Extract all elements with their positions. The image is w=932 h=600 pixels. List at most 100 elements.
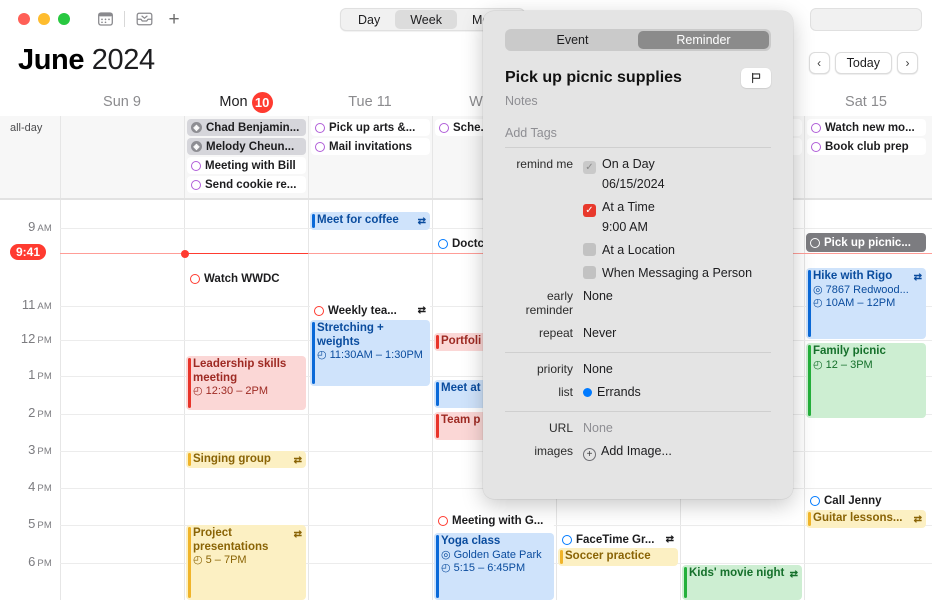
day-header-mon[interactable]: Mon 10 [184,88,308,116]
all-day-reminder-chip[interactable]: Watch new mo... [807,119,926,136]
add-image-button[interactable]: +Add Image... [583,444,771,461]
all-day-item-label: Meeting with Bill [205,160,296,172]
day-header-sat[interactable]: Sat 15 [804,88,928,116]
on-a-day-row[interactable]: ✓On a Day [583,157,771,174]
hour-meridiem: PM [37,483,52,494]
all-day-invite-chip[interactable]: ◈Chad Benjamin... [187,119,306,136]
event-title: Leadership skills meeting [193,358,302,385]
popover-title-row: Pick up picnic supplies [505,68,771,88]
add-event-icon[interactable]: + [159,7,189,31]
calendar-event[interactable]: Guitar lessons...⇄ [806,510,926,528]
at-a-time-checkbox[interactable]: ✓ [583,204,596,217]
all-day-reminder-chip[interactable]: Pick up arts &... [311,119,430,136]
list-value: Errands [597,385,641,399]
day-header-sun[interactable]: Sun 9 [60,88,184,116]
all-day-column-tue[interactable]: Pick up arts &... Mail invitations [308,116,432,198]
tab-week[interactable]: Week [395,10,457,29]
day-number: 11 [377,94,392,110]
reminder-circle-icon [438,516,448,526]
early-reminder-value[interactable]: None [583,289,771,317]
list-value-wrap[interactable]: Errands [583,385,771,399]
when-messaging-toggle[interactable]: When Messaging a Person [583,266,771,280]
hour-label: 11AM [22,297,52,312]
day-header-tue[interactable]: Tue 11 [308,88,432,116]
tab-day[interactable]: Day [343,10,395,29]
priority-value[interactable]: None [583,362,771,376]
at-a-location-checkbox[interactable] [583,243,596,256]
previous-week-button[interactable]: ‹ [809,52,830,74]
calendar-icon[interactable] [90,7,120,31]
event-color-bar [560,550,563,564]
close-button[interactable] [18,13,30,25]
all-day-reminder-chip[interactable]: Mail invitations [311,138,430,155]
notes-field[interactable]: Notes [505,94,771,108]
event-color-bar [436,414,439,438]
at-a-time-toggle[interactable]: ✓At a Time [583,200,771,217]
all-day-column-sun[interactable] [60,116,184,198]
grid-column-sun[interactable] [60,200,184,600]
calendar-event[interactable]: Leadership skills meeting◴12:30 – 2PM [186,356,306,410]
all-day-column-sat[interactable]: Watch new mo... Book club prep [804,116,928,198]
add-image-label: Add Image... [601,444,672,458]
today-button[interactable]: Today [835,52,892,74]
when-messaging-checkbox[interactable] [583,266,596,279]
calendar-event[interactable]: Meet for coffee⇄ [310,212,430,230]
all-day-reminder-chip[interactable]: Send cookie re... [187,176,306,193]
reminder-chip-selected[interactable]: Pick up picnic... [806,233,926,252]
event-color-bar [808,512,811,526]
calendar-event[interactable]: Family picnic◴12 – 3PM [806,343,926,418]
calendar-event[interactable]: Stretching + weights◴11:30AM – 1:30PM [310,320,430,386]
popover-tab-event[interactable]: Event [507,31,638,49]
reminder-chip[interactable]: Meeting with G... [434,512,554,529]
calendar-event[interactable]: Yoga class◎Golden Gate Park◴5:15 – 6:45P… [434,533,554,600]
on-a-day-checkbox[interactable]: ✓ [583,161,596,174]
zoom-button[interactable] [58,13,70,25]
repeat-icon: ⇄ [914,513,922,527]
event-time-row: ◴12:30 – 2PM [193,385,302,399]
calendar-event[interactable]: Soccer practice [558,548,678,566]
popover-tab-reminder[interactable]: Reminder [638,31,769,49]
calendar-event[interactable]: Hike with Rigo◎7867 Redwood...◴10AM – 12… [806,268,926,339]
year-label: 2024 [92,44,155,76]
inbox-icon[interactable] [129,7,159,31]
reminder-label: Meeting with G... [452,515,543,527]
reminder-chip[interactable]: Watch WWDC [186,270,306,287]
url-value[interactable]: None [583,421,771,435]
event-time: 12 – 3PM [826,359,873,373]
event-color-bar [188,453,191,466]
hour-meridiem: PM [37,446,52,457]
reminder-circle-icon [562,535,572,545]
hour-number: 6 [28,554,35,569]
all-day-reminder-chip[interactable]: Book club prep [807,138,926,155]
tags-field[interactable]: Add Tags [505,126,771,140]
page-title: June 2024 [18,44,155,77]
url-label: URL [505,421,583,435]
reminder-chip[interactable]: Call Jenny [806,492,926,509]
next-week-button[interactable]: › [897,52,918,74]
at-a-location-toggle[interactable]: At a Location [583,243,771,257]
all-day-invite-chip[interactable]: ◈Melody Cheun... [187,138,306,155]
reminder-circle-icon [810,238,820,248]
popover-type-segmented[interactable]: Event Reminder [505,29,771,51]
calendar-event[interactable]: Project presentations◴5 – 7PM⇄ [186,525,306,600]
reminder-title[interactable]: Pick up picnic supplies [505,69,682,87]
grid-column-tue[interactable] [308,200,432,600]
flag-icon[interactable] [741,68,771,88]
on-a-day-value[interactable]: 06/15/2024 [602,174,771,191]
all-day-reminder-chip[interactable]: Meeting with Bill [187,157,306,174]
search-field[interactable] [810,8,922,31]
reminder-circle-icon [811,123,821,133]
event-title: Project presentations [193,527,302,554]
reminder-circle-icon [438,239,448,249]
all-day-column-mon[interactable]: ◈Chad Benjamin... ◈Melody Cheun... Meeting… [184,116,308,198]
reminder-chip[interactable]: FaceTime Gr...⇄ [558,531,678,548]
reminder-chip[interactable]: Weekly tea...⇄ [310,302,430,319]
minimize-button[interactable] [38,13,50,25]
at-a-time-value[interactable]: 9:00 AM [602,217,771,234]
calendar-event[interactable]: Kids' movie night⇄ [682,565,802,600]
location-icon: ◎ [441,549,451,563]
event-title: Hike with Rigo [813,270,922,284]
repeat-value[interactable]: Never [583,326,771,340]
day-number: 9 [133,94,141,110]
calendar-event[interactable]: Singing group⇄ [186,451,306,468]
